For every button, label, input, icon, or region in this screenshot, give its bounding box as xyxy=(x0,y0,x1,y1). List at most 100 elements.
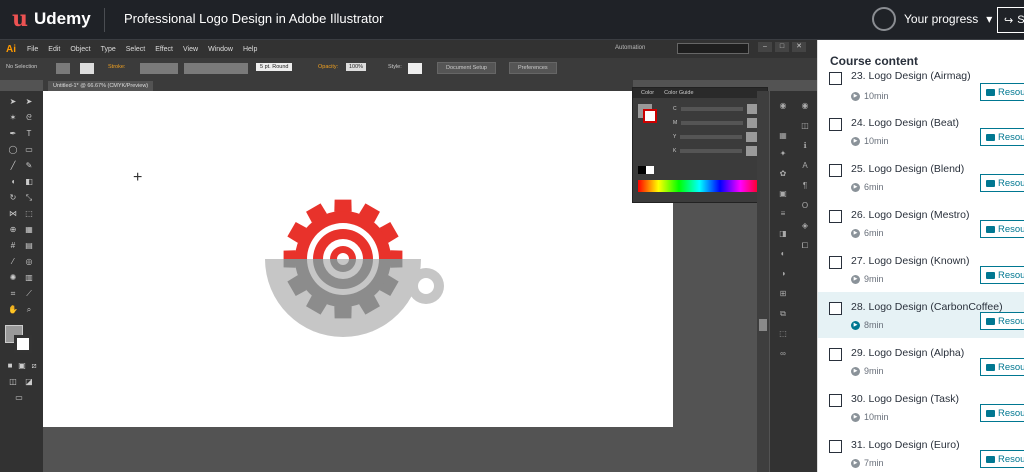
swatches-icon[interactable]: ▦ xyxy=(778,131,788,141)
transform-icon[interactable]: ⬚ xyxy=(778,329,788,339)
gradient-tool-icon[interactable]: ▤ xyxy=(24,241,34,251)
symbols-icon[interactable]: ✿ xyxy=(778,169,788,179)
lesson-item[interactable]: 24. Logo Design (Beat) ▶ 10min Resou xyxy=(818,108,1024,154)
type-tool-icon[interactable]: T xyxy=(24,129,34,139)
lesson-item[interactable]: 29. Logo Design (Alpha) ▶ 9min Resou xyxy=(818,338,1024,384)
lesson-item-partial[interactable]: 23. Logo Design (Airmag) ▶ 10min Resou xyxy=(818,70,1024,108)
document-tab[interactable]: Untitled-1* @ 66.67% (CMYK/Preview) xyxy=(48,81,154,91)
lesson-checkbox[interactable] xyxy=(829,348,842,361)
artboard-scrollbar[interactable] xyxy=(757,91,769,472)
eye-icon[interactable]: ◉ xyxy=(800,101,810,111)
maximize-icon[interactable]: □ xyxy=(775,42,789,52)
shape-builder-icon[interactable]: ⊕ xyxy=(8,225,18,235)
lesson-checkbox[interactable] xyxy=(829,394,842,407)
pathfinder-icon[interactable]: ⧉ xyxy=(778,309,788,319)
direct-selection-tool-icon[interactable]: ➤ xyxy=(24,97,34,107)
close-icon[interactable]: ✕ xyxy=(792,42,806,52)
resources-button[interactable]: Resou xyxy=(980,266,1024,284)
lesson-checkbox[interactable] xyxy=(829,118,842,131)
perspective-grid-icon[interactable]: ▦ xyxy=(24,225,34,235)
links-icon[interactable]: ∞ xyxy=(778,349,788,359)
width-tool-icon[interactable]: ⋈ xyxy=(8,209,18,219)
resources-button[interactable]: Resou xyxy=(980,358,1024,376)
navigator-icon[interactable]: ◫ xyxy=(800,121,810,131)
lesson-item[interactable]: 28. Logo Design (CarbonCoffee) ▶ 8min Resou xyxy=(818,292,1024,338)
stroke-color-icon[interactable] xyxy=(14,335,32,353)
menu-edit[interactable]: Edit xyxy=(43,46,65,53)
menu-object[interactable]: Object xyxy=(65,46,95,53)
fill-swatch[interactable] xyxy=(56,63,70,74)
paragraph-icon[interactable]: ¶ xyxy=(800,181,810,191)
draw-behind-icon[interactable]: ◪ xyxy=(24,377,34,387)
layers-icon[interactable]: ◈ xyxy=(800,221,810,231)
mesh-tool-icon[interactable]: # xyxy=(8,241,18,251)
resources-button[interactable]: Resou xyxy=(980,450,1024,468)
menu-file[interactable]: File xyxy=(22,46,43,53)
artboard[interactable]: + xyxy=(43,91,673,427)
rotate-tool-icon[interactable]: ↻ xyxy=(8,193,18,203)
tab-color-guide[interactable]: Color Guide xyxy=(664,88,693,98)
ellipse-tool-icon[interactable]: ◯ xyxy=(8,145,18,155)
lasso-icon[interactable]: ᘓ xyxy=(24,113,34,123)
selection-tool-icon[interactable]: ➤ xyxy=(8,97,18,107)
transparency-icon[interactable]: ◐ xyxy=(778,249,788,259)
resources-button[interactable]: Resou xyxy=(980,174,1024,192)
appearance-icon[interactable]: ◑ xyxy=(778,269,788,279)
resources-button[interactable]: Resou xyxy=(980,312,1024,330)
resources-button[interactable]: Resou xyxy=(980,404,1024,422)
magic-wand-icon[interactable]: ✶ xyxy=(8,113,18,123)
gradient-mode-icon[interactable]: ▣ xyxy=(17,361,27,371)
graphic-styles-icon[interactable]: ▣ xyxy=(778,189,788,199)
cp-stroke-swatch[interactable] xyxy=(643,109,657,123)
opacity-field[interactable]: 100% xyxy=(346,63,367,71)
stroke-weight-field[interactable] xyxy=(140,63,178,74)
menu-view[interactable]: View xyxy=(178,46,203,53)
lesson-checkbox[interactable] xyxy=(829,256,842,269)
tab-color[interactable]: Color xyxy=(641,88,654,98)
free-transform-icon[interactable]: ⬚ xyxy=(24,209,34,219)
artboards-icon[interactable]: ⧠ xyxy=(800,241,810,251)
pen-tool-icon[interactable]: ✒ xyxy=(8,129,18,139)
blob-brush-icon[interactable]: ◖ xyxy=(8,177,18,187)
brushes-icon[interactable]: ✦ xyxy=(778,149,788,159)
menu-select[interactable]: Select xyxy=(121,46,150,53)
lesson-checkbox[interactable] xyxy=(829,72,842,85)
udemy-logo[interactable]: u Udemy xyxy=(12,6,91,32)
illustrator-video-frame[interactable]: Ai File Edit Object Type Select Effect V… xyxy=(0,40,817,472)
menu-window[interactable]: Window xyxy=(203,46,238,53)
share-button[interactable]: ↪ S xyxy=(997,7,1024,33)
brush-tool-icon[interactable]: ╱ xyxy=(8,161,18,171)
scale-tool-icon[interactable]: ⤡ xyxy=(24,193,34,203)
graph-tool-icon[interactable]: ▥ xyxy=(24,273,34,283)
lesson-item[interactable]: 26. Logo Design (Mestro) ▶ 6min Resou xyxy=(818,200,1024,246)
preferences-button[interactable]: Preferences xyxy=(509,62,557,74)
color-panel[interactable]: Color Color Guide C% M% Y% K% xyxy=(632,87,776,203)
resources-button[interactable]: Resou xyxy=(980,83,1024,101)
character-icon[interactable]: A xyxy=(800,161,810,171)
screen-mode-icon[interactable]: ▭ xyxy=(14,393,24,403)
document-setup-button[interactable]: Document Setup xyxy=(437,62,496,74)
ai-search-input[interactable] xyxy=(677,43,749,54)
hand-tool-icon[interactable]: ✋ xyxy=(8,305,18,315)
blend-tool-icon[interactable]: ◎ xyxy=(24,257,34,267)
slice-tool-icon[interactable]: ⟋ xyxy=(24,289,34,299)
resources-button[interactable]: Resou xyxy=(980,220,1024,238)
menu-help[interactable]: Help xyxy=(238,46,262,53)
resources-button[interactable]: Resou xyxy=(980,128,1024,146)
black-swatch[interactable] xyxy=(638,166,646,174)
stroke-panel-icon[interactable]: ≡ xyxy=(778,209,788,219)
lesson-item[interactable]: 31. Logo Design (Euro) ▶ 7min Resou xyxy=(818,430,1024,472)
lesson-item[interactable]: 30. Logo Design (Task) ▶ 10min Resou xyxy=(818,384,1024,430)
none-mode-icon[interactable]: ⧄ xyxy=(29,361,39,371)
eyedropper-icon[interactable]: ⁄ xyxy=(8,257,18,267)
zoom-tool-icon[interactable]: ⌕ xyxy=(24,305,34,315)
artboard-tool-icon[interactable]: ⌗ xyxy=(8,289,18,299)
info-icon[interactable]: ℹ xyxy=(800,141,810,151)
lesson-checkbox[interactable] xyxy=(829,302,842,315)
opentype-icon[interactable]: O xyxy=(800,201,810,211)
color-spectrum[interactable] xyxy=(638,180,761,192)
menu-effect[interactable]: Effect xyxy=(150,46,178,53)
brush-select[interactable]: 5 pt. Round xyxy=(256,63,293,71)
lesson-checkbox[interactable] xyxy=(829,440,842,453)
style-swatch[interactable] xyxy=(408,63,422,74)
